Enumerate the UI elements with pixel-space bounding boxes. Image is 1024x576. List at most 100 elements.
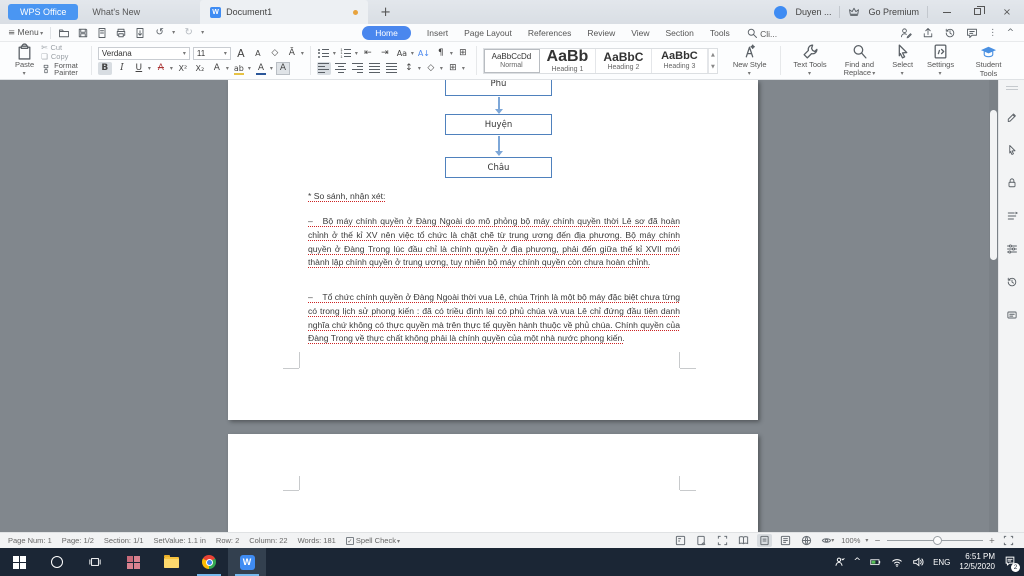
- zoom-slider[interactable]: [886, 536, 983, 545]
- save-icon[interactable]: [77, 27, 89, 39]
- reading-card-icon[interactable]: [1006, 309, 1018, 321]
- menu-button[interactable]: ≡ Menu ▾: [8, 27, 43, 38]
- increase-indent-button[interactable]: ⇥: [378, 47, 392, 60]
- bullets-button[interactable]: [317, 47, 331, 60]
- tab-tools[interactable]: Tools: [710, 28, 730, 38]
- tab-review[interactable]: Review: [587, 28, 615, 38]
- strikethrough-button[interactable]: A: [154, 62, 168, 75]
- insert-table-button[interactable]: ⊞: [456, 47, 470, 60]
- edit-pen-icon[interactable]: [1006, 111, 1018, 123]
- change-case-button[interactable]: Aa: [395, 47, 409, 60]
- justify-button[interactable]: [368, 62, 382, 75]
- chrome-button[interactable]: [190, 548, 228, 576]
- cut-button[interactable]: ✄ Cut: [41, 43, 85, 52]
- history-icon[interactable]: [944, 27, 956, 39]
- zoom-in-button[interactable]: +: [989, 536, 995, 545]
- file-explorer-button[interactable]: [152, 548, 190, 576]
- numbering-button[interactable]: [339, 47, 353, 60]
- lock-icon[interactable]: [1006, 177, 1018, 189]
- line-spacing-button[interactable]: ↕: [402, 62, 416, 75]
- open-file-icon[interactable]: [58, 27, 70, 39]
- close-button[interactable]: ×: [996, 7, 1018, 18]
- start-button[interactable]: [0, 548, 38, 576]
- go-premium-button[interactable]: Go Premium: [868, 7, 919, 17]
- view-fullscreen-button[interactable]: [715, 534, 730, 547]
- share-icon[interactable]: [922, 27, 934, 39]
- clear-format-button[interactable]: ◇: [268, 47, 282, 60]
- wps-taskbar-button[interactable]: W: [228, 548, 266, 576]
- tab-page-layout[interactable]: Page Layout: [464, 28, 512, 38]
- borders-button[interactable]: ⊞: [446, 62, 460, 75]
- paragraph-settings-button[interactable]: ¶: [434, 47, 448, 60]
- page-2[interactable]: [228, 434, 758, 532]
- bold-button[interactable]: B: [97, 61, 112, 75]
- tray-expand-button[interactable]: ^: [854, 557, 862, 567]
- view-print-layout-button[interactable]: [757, 534, 773, 547]
- style-normal[interactable]: AaBbCcDd Normal: [483, 48, 540, 73]
- font-name-select[interactable]: Verdana ▾: [97, 46, 190, 60]
- tab-insert[interactable]: Insert: [427, 28, 448, 38]
- tab-section[interactable]: Section: [666, 28, 694, 38]
- align-left-button[interactable]: [316, 61, 331, 75]
- export-pdf-icon[interactable]: [134, 27, 146, 39]
- paste-button[interactable]: Paste ▾: [8, 42, 41, 79]
- comment-icon[interactable]: [966, 27, 978, 39]
- rail-handle[interactable]: [1005, 86, 1018, 90]
- zoom-level[interactable]: 100%: [841, 536, 860, 545]
- format-painter-button[interactable]: Format Painter: [41, 61, 85, 78]
- find-replace-button[interactable]: Find and Replace ▾: [834, 42, 886, 79]
- volume-icon[interactable]: [912, 556, 924, 568]
- taskbar-app-pink[interactable]: [114, 548, 152, 576]
- page-1[interactable]: Phủ Huyện Châu * So sánh, nhận xét: – Bộ…: [228, 80, 758, 420]
- view-outline-button[interactable]: [778, 534, 793, 547]
- style-heading3[interactable]: AaBbC Heading 3: [652, 48, 708, 73]
- shape-fill-button[interactable]: ◇: [424, 62, 438, 75]
- select-button[interactable]: Select ▾: [885, 42, 920, 79]
- copy-button[interactable]: ❏ Copy: [41, 52, 85, 61]
- styles-scroll-up[interactable]: ▲: [711, 52, 715, 58]
- subscript-button[interactable]: X₂: [193, 62, 207, 75]
- style-heading2[interactable]: AaBbC Heading 2: [596, 48, 652, 73]
- flowchart-box-phu[interactable]: Phủ: [445, 80, 552, 96]
- action-center-button[interactable]: 2: [1004, 555, 1020, 572]
- tab-home[interactable]: Home: [362, 25, 411, 40]
- view-read-mode-button[interactable]: [736, 534, 751, 547]
- clock[interactable]: 6:51 PM 12/5/2020: [959, 552, 995, 572]
- more-menu-icon[interactable]: ⋮: [988, 28, 997, 38]
- highlight-button[interactable]: ab: [232, 62, 246, 75]
- view-web-layout-button[interactable]: [799, 534, 814, 547]
- document-canvas[interactable]: Phủ Huyện Châu * So sánh, nhận xét: – Bộ…: [0, 80, 1024, 532]
- align-right-button[interactable]: [351, 62, 365, 75]
- style-heading1[interactable]: AaBb Heading 1: [540, 48, 596, 73]
- italic-button[interactable]: I: [115, 62, 129, 75]
- zoom-slider-knob[interactable]: [932, 536, 942, 545]
- task-view-button[interactable]: [76, 548, 114, 576]
- scrollbar-thumb[interactable]: [990, 110, 997, 260]
- vertical-scrollbar[interactable]: [989, 80, 998, 532]
- minimize-button[interactable]: [936, 7, 958, 18]
- tab-view[interactable]: View: [631, 28, 649, 38]
- account-name[interactable]: Duyen ...: [795, 7, 831, 17]
- settings-button[interactable]: Settings ▾: [920, 42, 961, 79]
- distribute-button[interactable]: [385, 62, 399, 75]
- redo-button[interactable]: ↻: [182, 27, 195, 38]
- undo-button[interactable]: ↺: [153, 27, 166, 38]
- cortana-button[interactable]: [38, 548, 76, 576]
- print-preview-icon[interactable]: [96, 27, 108, 39]
- fit-page-button[interactable]: [1001, 534, 1016, 547]
- student-tools-button[interactable]: Student Tools: [961, 42, 1016, 79]
- outline-list-icon[interactable]: [1006, 210, 1018, 222]
- adjust-sliders-icon[interactable]: [1006, 243, 1018, 255]
- spell-check-toggle[interactable]: ✓ Spell Check ▾: [345, 536, 400, 546]
- new-style-button[interactable]: New Style ▾: [726, 42, 774, 79]
- shrink-font-button[interactable]: A: [251, 47, 265, 60]
- account-avatar[interactable]: [774, 5, 788, 19]
- char-shading-button[interactable]: A: [275, 61, 290, 75]
- command-search[interactable]: Cli...: [746, 27, 777, 39]
- collapse-ribbon-button[interactable]: ^: [1007, 28, 1014, 38]
- new-tab-button[interactable]: +: [368, 5, 403, 20]
- whats-new-tab[interactable]: What's New: [78, 4, 154, 20]
- styles-scroll-down[interactable]: ▼: [711, 64, 715, 70]
- view-tools-pane-button[interactable]: [673, 534, 688, 547]
- document-tab[interactable]: W Document1: [200, 0, 369, 24]
